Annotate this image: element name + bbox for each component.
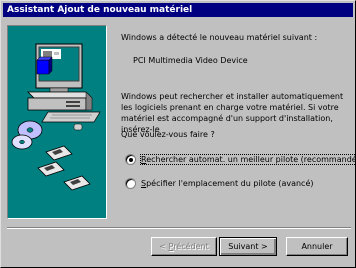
description-paragraph: Windows peut rechercher et installer aut…	[121, 92, 344, 134]
next-button[interactable]: Suivant >	[219, 237, 277, 256]
previous-button[interactable]: < Précédent	[151, 237, 217, 256]
option-search-automatic-label[interactable]: Rechercher automat. un meilleur pilote (…	[140, 153, 356, 165]
separator	[7, 227, 351, 229]
intro-text: Windows a détecté le nouveau matériel su…	[121, 33, 318, 42]
option-specify-location[interactable]: Spécifier l'emplacement du pilote (avanc…	[125, 177, 314, 189]
computer-icon	[27, 43, 101, 131]
cancel-button[interactable]: Annuler	[286, 237, 348, 256]
title-bar[interactable]: Assistant Ajout de nouveau matériel	[3, 3, 353, 17]
floppy-disk-icon	[37, 145, 91, 191]
window-title: Assistant Ajout de nouveau matériel	[7, 5, 193, 15]
radio-specify-location[interactable]	[125, 177, 136, 189]
radio-search-automatic[interactable]	[125, 153, 136, 165]
wizard-window: Assistant Ajout de nouveau matériel Wind…	[0, 0, 356, 268]
option-specify-location-label[interactable]: Spécifier l'emplacement du pilote (avanc…	[141, 179, 314, 188]
option-search-automatic[interactable]: Rechercher automat. un meilleur pilote (…	[125, 153, 356, 165]
cd-disc-icon	[11, 120, 43, 150]
detected-device-name: PCI Multimedia Video Device	[133, 56, 248, 65]
question-label: Que voulez-vous faire ?	[121, 130, 215, 139]
wizard-illustration	[7, 25, 107, 219]
